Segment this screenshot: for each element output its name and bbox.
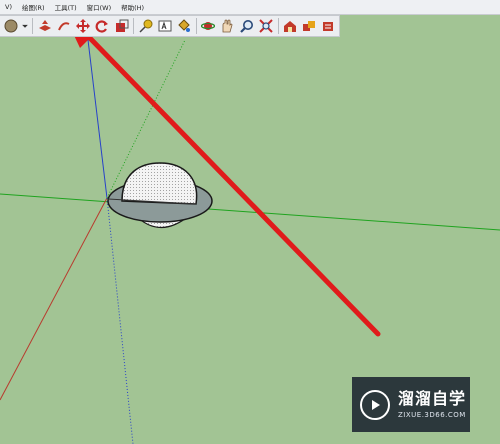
tape-measure-icon: [139, 19, 153, 33]
push-pull-icon: [38, 20, 51, 31]
paint-bucket-button[interactable]: [176, 17, 193, 35]
follow-me-button[interactable]: [55, 17, 72, 35]
zoom-icon: [239, 20, 253, 33]
saturn-model[interactable]: [107, 162, 213, 228]
dropdown-arrow-icon: [22, 24, 29, 28]
style-swatch-button[interactable]: [2, 17, 19, 35]
sphere-upper-half: [121, 162, 198, 205]
follow-me-icon: [58, 22, 70, 31]
toolbar-separator: [277, 18, 279, 34]
watermark-text: 溜溜自学 ZIXUE.3D66.COM: [398, 389, 467, 420]
pan-icon: [223, 19, 233, 33]
scale-icon: [115, 19, 129, 32]
toolbar-separator: [32, 18, 34, 34]
menu-draw[interactable]: 绘图(R): [17, 2, 50, 12]
text-label-button[interactable]: [156, 17, 173, 35]
orbit-icon: [201, 22, 216, 30]
move-button[interactable]: [75, 17, 92, 35]
red-arrow-annotation: [74, 37, 381, 337]
style-swatch-icon: [4, 19, 18, 33]
warehouse-icon: [284, 21, 297, 32]
zoom-extents-button[interactable]: [257, 17, 274, 35]
tape-measure-button[interactable]: [137, 17, 154, 35]
zoom-button[interactable]: [238, 17, 255, 35]
rotate-button[interactable]: [94, 17, 111, 35]
extension-button[interactable]: [320, 17, 337, 35]
paint-bucket-icon: [178, 19, 191, 32]
menu-bar: V) 绘图(R) 工具(T) 窗口(W) 帮助(H): [0, 0, 500, 15]
components-button[interactable]: [301, 17, 318, 35]
menu-view[interactable]: V): [0, 3, 17, 11]
style-dropdown-button[interactable]: [21, 17, 29, 35]
blue-axis-dotted-line: [106, 197, 134, 444]
menu-window[interactable]: 窗口(W): [82, 2, 117, 12]
menu-tools[interactable]: 工具(T): [50, 2, 82, 12]
red-axis-line: [0, 197, 108, 401]
orbit-button[interactable]: [200, 17, 217, 35]
watermark-badge: 溜溜自学 ZIXUE.3D66.COM: [352, 377, 470, 432]
push-pull-button[interactable]: [36, 17, 53, 35]
text-label-icon: [158, 20, 172, 32]
watermark-url: ZIXUE.3D66.COM: [398, 411, 466, 419]
toolbar: [0, 15, 340, 37]
scale-button[interactable]: [113, 17, 130, 35]
extension-icon: [323, 22, 334, 31]
toolbar-separator: [195, 18, 197, 34]
blue-axis-line: [87, 39, 108, 199]
move-icon: [76, 19, 91, 33]
pan-button[interactable]: [219, 17, 236, 35]
warehouse-button[interactable]: [281, 17, 298, 35]
rotate-icon: [96, 20, 109, 33]
watermark-title: 溜溜自学: [398, 389, 467, 408]
menu-help[interactable]: 帮助(H): [116, 2, 149, 12]
toolbar-separator: [133, 18, 135, 34]
zoom-extents-icon: [259, 19, 273, 33]
components-icon: [303, 21, 316, 31]
play-triangle-icon: [360, 389, 390, 420]
